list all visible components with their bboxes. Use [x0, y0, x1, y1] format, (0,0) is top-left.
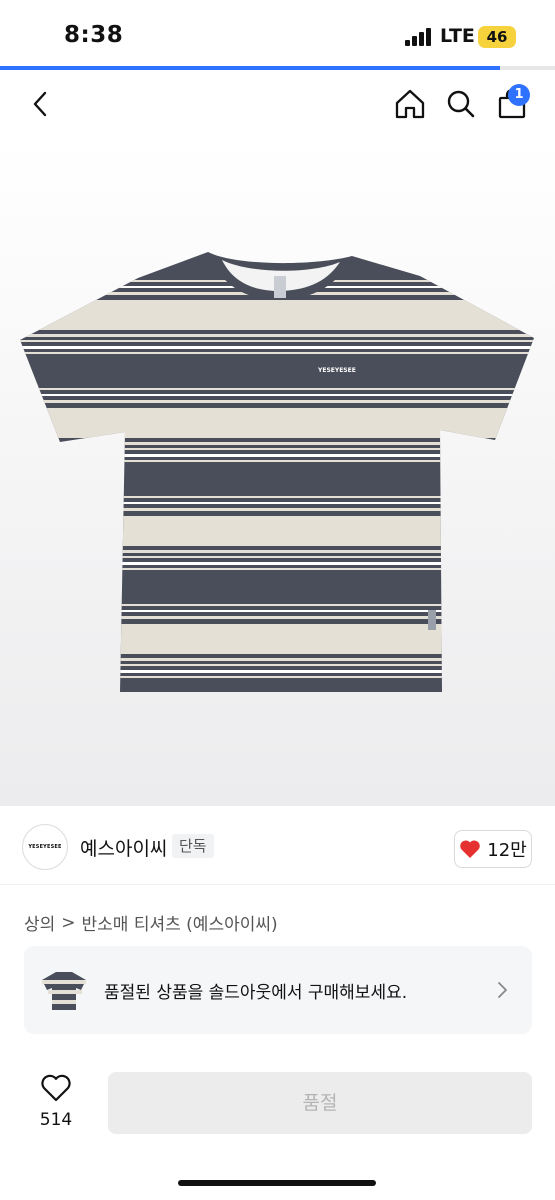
shop-row: YESEYESEE 예스아이씨 단독 12만	[0, 806, 555, 884]
home-icon	[395, 89, 425, 119]
divider	[0, 884, 555, 885]
side-tab	[428, 610, 436, 630]
battery-icon: 46	[478, 26, 516, 48]
home-button[interactable]	[392, 86, 428, 122]
product-image[interactable]: YESEYESEE	[0, 140, 555, 806]
promo-text: 품절된 상품을 솔드아웃에서 구매해보세요.	[104, 983, 408, 1003]
wish-button[interactable]: 514	[30, 1074, 82, 1138]
shop-logo-text: YESEYESEE	[28, 844, 62, 850]
product-thumbnail	[42, 972, 86, 1010]
shop-like-button[interactable]: 12만	[454, 830, 532, 868]
status-bar: 8:38 LTE 46	[0, 0, 555, 66]
network-type: LTE	[440, 25, 475, 47]
search-button[interactable]	[443, 86, 479, 122]
top-nav	[0, 70, 555, 140]
breadcrumb-subcategory[interactable]: 반소매 티셔츠 (예스아이씨)	[82, 910, 278, 935]
breadcrumb-category[interactable]: 상의	[24, 910, 55, 935]
chevron-right-icon	[498, 982, 507, 998]
striped-tshirt-image: YESEYESEE	[20, 252, 534, 692]
bottom-action-bar: 514 품절	[0, 1056, 555, 1200]
search-icon	[447, 90, 475, 118]
status-time: 8:38	[64, 22, 124, 48]
heart-outline-icon	[41, 1074, 71, 1102]
chevron-left-icon	[33, 91, 47, 117]
chest-print: YESEYESEE	[317, 367, 356, 374]
cart-count-badge: 1	[508, 84, 530, 106]
soldout-promo-banner[interactable]: 품절된 상품을 솔드아웃에서 구매해보세요.	[24, 946, 532, 1034]
shop-like-count: 12만	[487, 840, 527, 861]
shop-logo[interactable]: YESEYESEE	[22, 824, 68, 870]
home-indicator	[178, 1180, 376, 1186]
neck-label	[274, 276, 286, 298]
breadcrumb-separator: >	[61, 912, 76, 933]
exclusive-badge: 단독	[172, 834, 214, 858]
sold-out-button[interactable]: 품절	[108, 1072, 532, 1134]
shop-name[interactable]: 예스아이씨	[80, 834, 167, 861]
breadcrumb: 상의 > 반소매 티셔츠 (예스아이씨)	[24, 910, 278, 936]
signal-icon	[405, 28, 435, 46]
back-button[interactable]	[22, 86, 58, 122]
wish-count: 514	[39, 1110, 73, 1130]
heart-filled-icon	[460, 840, 481, 858]
